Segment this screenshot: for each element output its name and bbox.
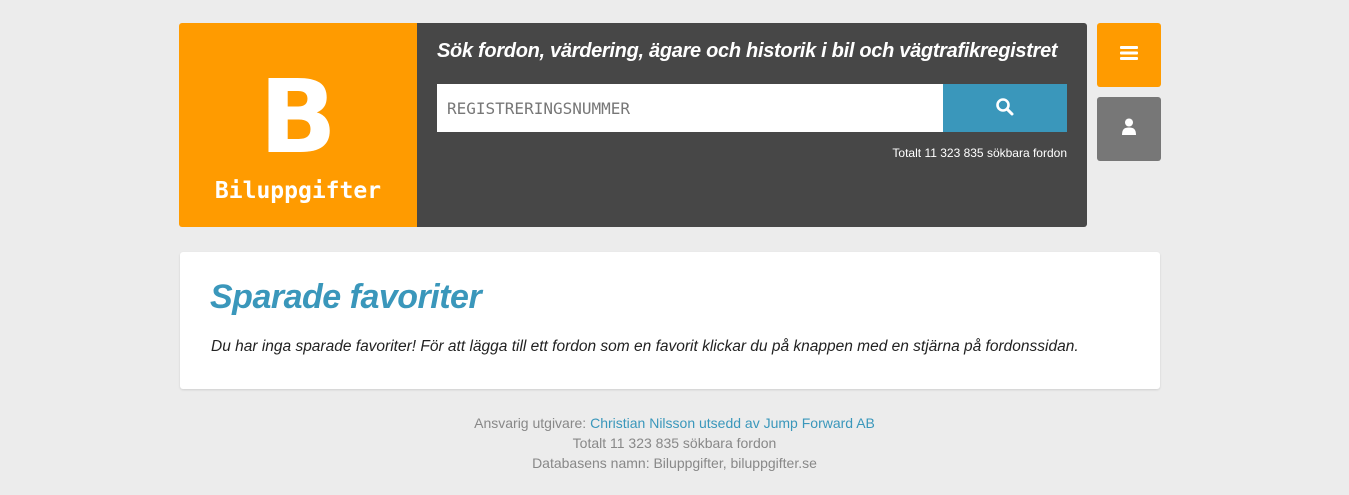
- footer-publisher-link[interactable]: Christian Nilsson utsedd av Jump Forward…: [590, 415, 875, 431]
- search-button[interactable]: [943, 84, 1067, 132]
- footer-total-count: Totalt 11 323 835 sökbara fordon: [572, 435, 777, 451]
- footer-publisher-label: Ansvarig utgivare:: [474, 415, 587, 431]
- favorites-panel: Sparade favoriter Du har inga sparade fa…: [180, 252, 1160, 389]
- user-button[interactable]: [1097, 97, 1161, 161]
- search-icon: [995, 97, 1015, 120]
- menu-button[interactable]: [1097, 23, 1161, 87]
- footer-database-name: Databasens namn: Biluppgifter, biluppgif…: [532, 455, 817, 471]
- user-icon: [1122, 118, 1136, 140]
- search-panel: Sök fordon, värdering, ägare och histori…: [417, 23, 1087, 227]
- empty-favorites-message: Du har inga sparade favoriter! För att l…: [211, 338, 1079, 355]
- search-total-count: Totalt 11 323 835 sökbara fordon: [892, 146, 1067, 160]
- site-header: B Biluppgifter Sök fordon, värdering, äg…: [179, 23, 1087, 227]
- footer-publisher: Ansvarig utgivare: Christian Nilsson uts…: [0, 413, 1349, 433]
- search-title: Sök fordon, värdering, ägare och histori…: [437, 40, 1058, 62]
- site-footer: Ansvarig utgivare: Christian Nilsson uts…: [0, 413, 1349, 473]
- site-logo[interactable]: B Biluppgifter: [179, 23, 417, 227]
- hamburger-menu-icon: [1120, 45, 1138, 66]
- logo-letter: B: [259, 58, 337, 177]
- logo-name: Biluppgifter: [214, 178, 382, 204]
- registration-number-input[interactable]: [437, 84, 943, 132]
- page-title: Sparade favoriter: [210, 278, 482, 316]
